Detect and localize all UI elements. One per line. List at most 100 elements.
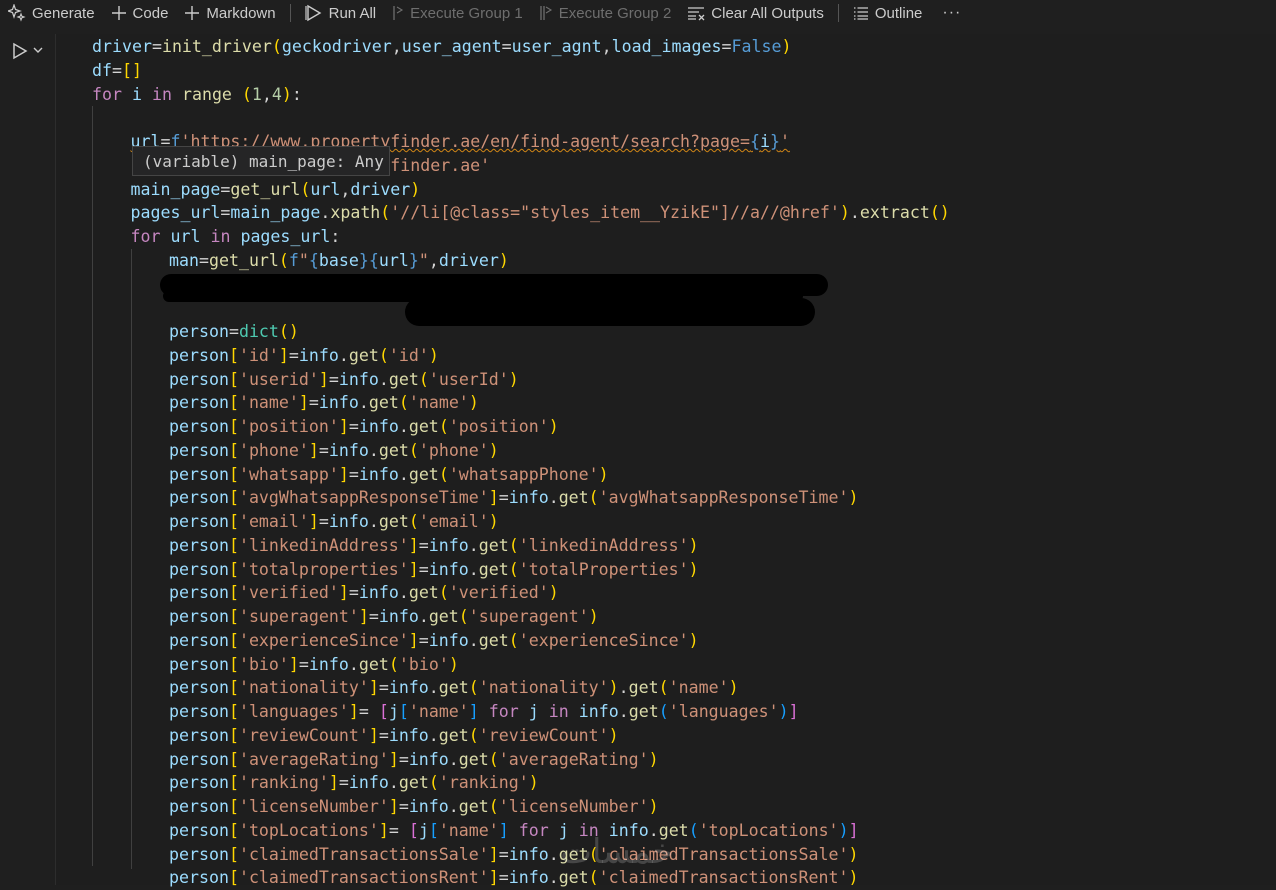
code-token: get xyxy=(408,417,439,436)
code-token: info xyxy=(508,868,549,888)
outline-button[interactable]: Outline xyxy=(845,0,931,26)
code-token: person xyxy=(169,417,229,436)
add-markdown-button[interactable]: Markdown xyxy=(176,0,283,26)
code-token: = xyxy=(151,37,162,56)
code-token: ( xyxy=(468,725,479,745)
code-token: = xyxy=(111,60,122,80)
code-token: ) xyxy=(488,440,499,460)
more-actions-button[interactable]: ··· xyxy=(930,0,973,26)
code-token: . xyxy=(368,512,379,531)
code-line[interactable]: person['nationality']=info.get('national… xyxy=(169,676,739,700)
code-token: = xyxy=(220,203,231,223)
code-token: get xyxy=(348,345,379,365)
code-line[interactable]: person=dict() xyxy=(169,320,299,344)
code-token: person xyxy=(169,393,229,413)
code-token: : xyxy=(291,84,302,104)
code-line[interactable]: person['claimedTransactionsRent']=info.g… xyxy=(169,866,858,890)
markdown-label: Markdown xyxy=(206,4,276,22)
code-token: 'name' xyxy=(408,393,469,413)
add-code-button[interactable]: Code xyxy=(103,0,177,26)
code-token: = xyxy=(288,345,299,365)
code-line[interactable]: person['bio']=info.get('bio') xyxy=(169,653,459,677)
code-line[interactable]: person['email']=info.get('email') xyxy=(169,510,499,534)
code-line[interactable]: person['licenseNumber']=info.get('licens… xyxy=(169,795,659,819)
code-token: . xyxy=(849,203,860,223)
code-line[interactable]: person['name']=info.get('name') xyxy=(169,391,479,415)
code-token: ] xyxy=(338,417,349,436)
code-token: info xyxy=(378,607,419,626)
indent-guide xyxy=(92,106,93,867)
code-line[interactable]: person['experienceSince']=info.get('expe… xyxy=(169,629,699,653)
execute-group-1-button[interactable]: Execute Group 1 xyxy=(384,0,531,26)
code-token: . xyxy=(548,868,559,888)
code-token: ( xyxy=(418,369,429,389)
code-token: 'totalProperties' xyxy=(518,559,689,579)
code-token: 'claimedTransactionsSale' xyxy=(238,844,489,864)
code-token: 1 xyxy=(251,84,262,104)
code-line[interactable]: person['superagent']=info.get('superagen… xyxy=(169,605,599,629)
code-line[interactable]: person['verified']=info.get('verified') xyxy=(169,581,559,605)
chevron-down-icon[interactable] xyxy=(32,44,44,56)
code-token: ) xyxy=(848,488,859,508)
code-line[interactable]: main_page=get_url(url,driver) xyxy=(131,178,421,202)
code-line[interactable]: person['ranking']=info.get('ranking') xyxy=(169,771,539,795)
code-token: 'reviewCount' xyxy=(238,725,369,745)
execute-group-2-button[interactable]: Execute Group 2 xyxy=(531,0,680,26)
code-token: info xyxy=(328,512,369,531)
code-line[interactable]: person['totalproperties']=info.get('tota… xyxy=(169,558,699,582)
code-line[interactable]: driver=init_driver(geckodriver,user_agen… xyxy=(92,35,791,59)
code-line[interactable]: for url in pages_url: xyxy=(131,225,341,249)
code-token: person xyxy=(169,630,229,650)
code-token: . xyxy=(348,654,359,674)
code-token: . xyxy=(358,393,369,413)
code-line[interactable]: person['avgWhatsappResponseTime']=info.g… xyxy=(169,486,858,510)
code-token: info xyxy=(508,488,549,508)
code-token: [ xyxy=(228,535,239,555)
code-token: ] xyxy=(288,654,299,674)
code-line[interactable]: person['topLocations']= [j['name'] for j… xyxy=(169,819,859,843)
run-cell-icon[interactable] xyxy=(10,41,30,61)
code-line[interactable]: person['position']=info.get('position') xyxy=(169,415,559,439)
execute-group-icon xyxy=(393,6,404,20)
code-line[interactable]: person['linkedinAddress']=info.get('link… xyxy=(169,534,699,558)
code-line[interactable]: man=get_url(f"{base}{url}",driver) xyxy=(169,249,509,273)
code-token: driver xyxy=(92,37,152,56)
code-line[interactable]: person['languages']= [j['name'] for j in… xyxy=(169,700,799,724)
code-token: get xyxy=(398,773,429,793)
code-token: in xyxy=(210,227,231,246)
toolbar-divider xyxy=(289,4,291,22)
code-token: } xyxy=(408,250,419,270)
code-token: () xyxy=(278,322,299,341)
code-token: , xyxy=(601,37,612,56)
code-token: base xyxy=(318,250,359,270)
code-token: : xyxy=(330,227,341,246)
code-token: info xyxy=(358,464,399,484)
code-token: ) xyxy=(598,464,609,484)
code-line[interactable]: person['id']=info.get('id') xyxy=(169,344,439,368)
clear-all-outputs-button[interactable]: Clear All Outputs xyxy=(679,0,832,26)
code-token: 'name' xyxy=(238,393,299,413)
code-line[interactable]: person['claimedTransactionsSale']=info.g… xyxy=(169,843,858,867)
code-line[interactable]: df=[] xyxy=(92,59,142,83)
code-token: [ xyxy=(228,488,239,508)
code-line[interactable]: person['reviewCount']=info.get('reviewCo… xyxy=(169,724,619,748)
code-token: person xyxy=(169,702,229,721)
code-token: main_page xyxy=(230,203,321,223)
code-line[interactable]: person['userid']=info.get('userId') xyxy=(169,368,519,392)
generate-button[interactable]: Generate xyxy=(0,0,103,26)
code-line[interactable]: for i in range (1,4): xyxy=(92,83,302,107)
code-token: . xyxy=(468,535,479,555)
code-token: . xyxy=(548,488,559,508)
code-token: ( xyxy=(488,797,499,816)
code-line[interactable]: person['whatsapp']=info.get('whatsappPho… xyxy=(169,463,609,487)
code-token: ] xyxy=(488,488,499,508)
code-line[interactable]: person['phone']=info.get('phone') xyxy=(169,439,499,463)
code-line[interactable]: pages_url=main_page.xpath('//li[@class="… xyxy=(131,201,950,225)
run-all-button[interactable]: Run All xyxy=(297,0,385,26)
code-line[interactable]: person['averageRating']=info.get('averag… xyxy=(169,748,659,772)
code-token: get_url xyxy=(208,250,279,270)
code-token: info xyxy=(328,440,369,460)
code-token: [ xyxy=(228,820,239,840)
